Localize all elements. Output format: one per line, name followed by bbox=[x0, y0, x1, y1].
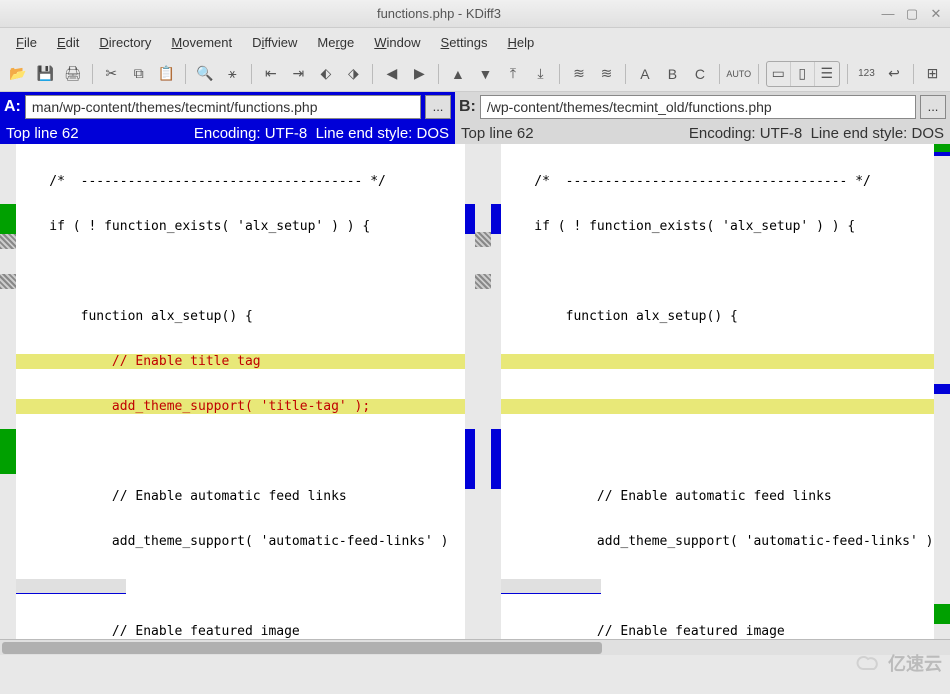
whitespace-icon[interactable]: ⊞ bbox=[921, 62, 945, 86]
horizontal-scrollbar[interactable] bbox=[0, 639, 950, 655]
next-delta-icon[interactable]: ▶ bbox=[408, 62, 432, 86]
panes-header: A: ... B: ... bbox=[0, 92, 950, 122]
line-numbers-icon[interactable]: 123 bbox=[855, 62, 879, 86]
toggle-a-icon[interactable]: ≋ bbox=[567, 62, 591, 86]
overview-ruler[interactable] bbox=[934, 144, 950, 639]
pane-a-topline: Top line 62 bbox=[6, 125, 79, 142]
word-wrap-icon[interactable]: ↩ bbox=[882, 62, 906, 86]
status-row: Top line 62 Encoding: UTF-8 Line end sty… bbox=[0, 122, 950, 144]
pane-b-status: Top line 62 Encoding: UTF-8 Line end sty… bbox=[455, 122, 950, 144]
pane-b-topline: Top line 62 bbox=[461, 125, 534, 142]
split-vert-icon[interactable]: ▯ bbox=[791, 62, 815, 86]
close-button[interactable]: ✕ bbox=[928, 6, 944, 22]
maximize-button[interactable]: ▢ bbox=[904, 6, 920, 22]
pane-a-encoding: Encoding: UTF-8 bbox=[194, 125, 307, 142]
paste-icon[interactable]: 📋 bbox=[155, 62, 179, 86]
menu-directory[interactable]: Directory bbox=[91, 31, 159, 54]
watermark: 亿速云 bbox=[856, 650, 942, 676]
menu-file[interactable]: File bbox=[8, 31, 45, 54]
menu-settings[interactable]: Settings bbox=[433, 31, 496, 54]
open-icon[interactable]: 📂 bbox=[6, 62, 30, 86]
pane-a-label: A: bbox=[4, 98, 21, 116]
print-icon[interactable]: 🖨 bbox=[61, 62, 85, 86]
menu-merge[interactable]: Merge bbox=[309, 31, 362, 54]
pane-a-lineend: Line end style: DOS bbox=[316, 125, 449, 142]
choose-a-icon[interactable]: A bbox=[633, 62, 657, 86]
next-conflict-icon[interactable]: ⬗ bbox=[342, 62, 366, 86]
cut-icon[interactable]: ✂ bbox=[100, 62, 124, 86]
menu-movement[interactable]: Movement bbox=[163, 31, 240, 54]
prev-diff-icon[interactable]: ⇤ bbox=[259, 62, 283, 86]
split-horiz-icon[interactable]: ▭ bbox=[767, 62, 791, 86]
up-icon[interactable]: ▲ bbox=[446, 62, 470, 86]
prev-delta-icon[interactable]: ◀ bbox=[380, 62, 404, 86]
first-icon[interactable]: ⤒ bbox=[501, 62, 525, 86]
choose-b-icon[interactable]: B bbox=[661, 62, 685, 86]
marker-bar-a bbox=[465, 144, 475, 639]
toolbar: 📂 💾 🖨 ✂ ⧉ 📋 🔍 ⚹ ⇤ ⇥ ⬖ ⬗ ◀ ▶ ▲ ▼ ⤒ ⤓ ≋ ≋ … bbox=[0, 56, 950, 92]
pane-b-browse-button[interactable]: ... bbox=[920, 95, 946, 119]
last-icon[interactable]: ⤓ bbox=[529, 62, 553, 86]
window-title: functions.php - KDiff3 bbox=[6, 6, 872, 21]
save-icon[interactable]: 💾 bbox=[34, 62, 58, 86]
diff-area: /* ------------------------------------ … bbox=[0, 144, 950, 639]
menu-window[interactable]: Window bbox=[366, 31, 428, 54]
next-diff-icon[interactable]: ⇥ bbox=[287, 62, 311, 86]
menu-edit[interactable]: Edit bbox=[49, 31, 87, 54]
auto-icon[interactable]: AUTO bbox=[727, 62, 751, 86]
marker-bar-b bbox=[491, 144, 501, 639]
pane-b-lineend: Line end style: DOS bbox=[811, 125, 944, 142]
code-pane-a[interactable]: /* ------------------------------------ … bbox=[16, 144, 465, 639]
pane-b-label: B: bbox=[459, 98, 476, 116]
pane-a-header: A: ... bbox=[0, 92, 455, 122]
menu-diffview[interactable]: Diffview bbox=[244, 31, 305, 54]
scroll-thumb[interactable] bbox=[2, 642, 602, 654]
find-icon[interactable]: 🔍 bbox=[193, 62, 217, 86]
gutter-mid bbox=[475, 144, 491, 639]
toggle-b-icon[interactable]: ≋ bbox=[595, 62, 619, 86]
split-triple-icon[interactable]: ☰ bbox=[815, 62, 839, 86]
down-icon[interactable]: ▼ bbox=[474, 62, 498, 86]
pane-b-header: B: ... bbox=[455, 92, 950, 122]
prev-conflict-icon[interactable]: ⬖ bbox=[314, 62, 338, 86]
code-pane-b[interactable]: /* ------------------------------------ … bbox=[501, 144, 950, 639]
pane-a-path-input[interactable] bbox=[25, 95, 421, 119]
minimize-button[interactable]: — bbox=[880, 6, 896, 22]
goto-icon[interactable]: ⚹ bbox=[221, 62, 245, 86]
copy-icon[interactable]: ⧉ bbox=[127, 62, 151, 86]
gutter-a-left bbox=[0, 144, 16, 639]
pane-a-browse-button[interactable]: ... bbox=[425, 95, 451, 119]
view-mode-group: ▭ ▯ ☰ bbox=[766, 61, 840, 87]
menu-help[interactable]: Help bbox=[500, 31, 543, 54]
titlebar: functions.php - KDiff3 — ▢ ✕ bbox=[0, 0, 950, 28]
menubar: File Edit Directory Movement Diffview Me… bbox=[0, 28, 950, 56]
pane-b-path-input[interactable] bbox=[480, 95, 916, 119]
pane-a-status: Top line 62 Encoding: UTF-8 Line end sty… bbox=[0, 122, 455, 144]
pane-b-encoding: Encoding: UTF-8 bbox=[689, 125, 802, 142]
choose-c-icon[interactable]: C bbox=[688, 62, 712, 86]
